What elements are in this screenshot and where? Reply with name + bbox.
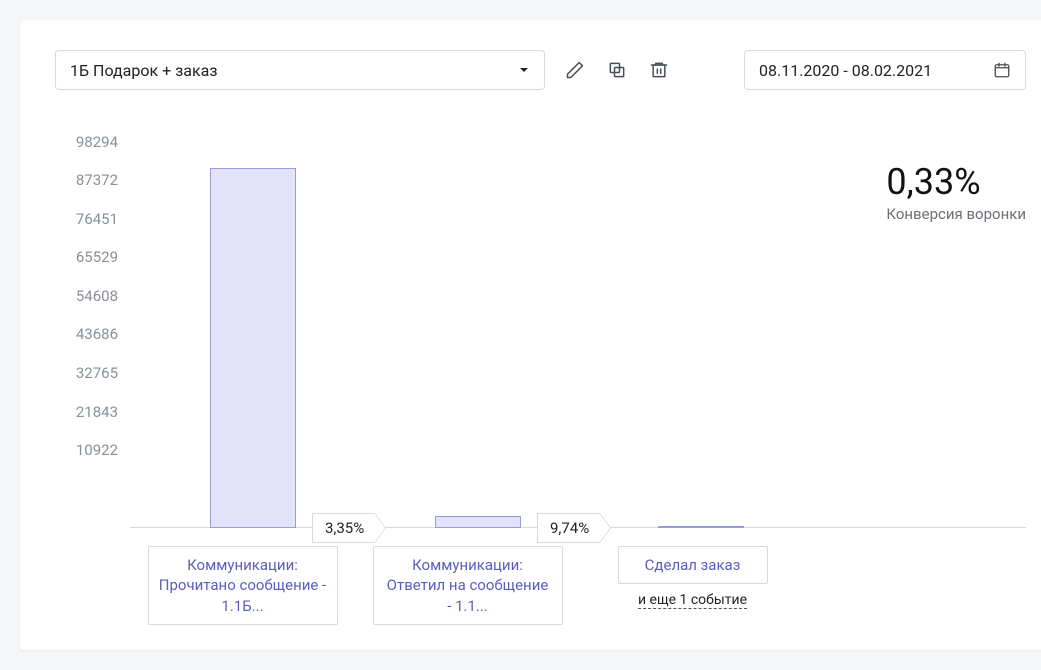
y-tick: 87372 <box>76 171 118 189</box>
y-tick: 43686 <box>76 325 118 343</box>
bar-step-2 <box>435 516 521 528</box>
copy-icon <box>607 60 627 80</box>
y-tick: 98294 <box>76 133 118 151</box>
bar-step-3 <box>658 526 744 528</box>
y-tick: 65529 <box>76 248 118 266</box>
bar-step-1 <box>210 168 296 528</box>
funnel-conversion-value: 0,33% <box>886 163 1026 203</box>
conversion-value: 3,35% <box>325 519 364 537</box>
funnel-conversion-label: Конверсия воронки <box>886 205 1026 223</box>
y-axis: 98294 87372 76451 65529 54608 43686 3276… <box>55 128 130 528</box>
funnel-summary: 0,33% Конверсия воронки <box>886 163 1026 223</box>
y-tick: 54608 <box>76 287 118 305</box>
funnel-select-label: 1Б Подарок + заказ <box>70 61 217 80</box>
step-label-2[interactable]: Коммуникации: Ответил на сообщение - 1.1… <box>373 546 563 625</box>
y-tick: 21843 <box>76 403 118 421</box>
funnel-select[interactable]: 1Б Подарок + заказ <box>55 50 545 90</box>
conversion-value: 9,74% <box>550 519 589 537</box>
conversion-badge-1: 3,35% <box>312 513 375 543</box>
step-label-1[interactable]: Коммуникации: Прочитано сообщение - 1.1Б… <box>148 546 338 625</box>
pencil-icon <box>565 60 585 80</box>
step-label-3[interactable]: Сделал заказ <box>618 546 768 584</box>
date-range-label: 08.11.2020 - 08.02.2021 <box>759 61 932 80</box>
trash-icon <box>649 60 669 80</box>
date-range-picker[interactable]: 08.11.2020 - 08.02.2021 <box>744 50 1026 90</box>
calendar-icon <box>993 61 1011 79</box>
x-axis-labels: Коммуникации: Прочитано сообщение - 1.1Б… <box>130 546 1026 625</box>
toolbar: 1Б Подарок + заказ 08.11.2020 - 08.02.20… <box>55 50 1026 90</box>
funnel-card: 1Б Подарок + заказ 08.11.2020 - 08.02.20… <box>20 20 1041 650</box>
conversion-badge-2: 9,74% <box>537 513 600 543</box>
y-tick: 32765 <box>76 364 118 382</box>
chart-area: 98294 87372 76451 65529 54608 43686 3276… <box>55 128 1026 528</box>
plot-area: 3,35% 9,74% 0,33% Конверсия воронки <box>130 128 1026 528</box>
more-events-link[interactable]: и еще 1 событие <box>638 592 747 609</box>
caret-down-icon <box>518 64 530 76</box>
copy-button[interactable] <box>605 58 629 82</box>
edit-button[interactable] <box>563 58 587 82</box>
delete-button[interactable] <box>647 58 671 82</box>
y-tick: 10922 <box>76 441 118 459</box>
y-tick: 76451 <box>76 210 118 228</box>
